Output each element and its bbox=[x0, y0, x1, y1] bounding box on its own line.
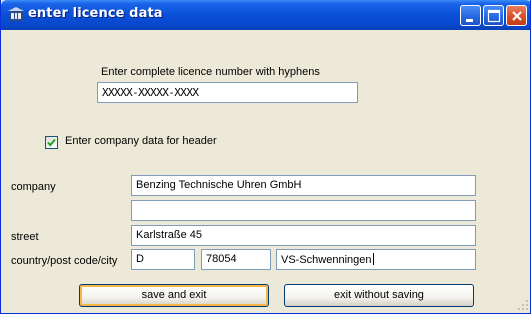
country-value: D bbox=[136, 253, 144, 265]
app-icon bbox=[8, 7, 24, 23]
location-label: country/post code/city bbox=[11, 255, 118, 267]
licence-dialog-window: enter licence data Enter complete licenc… bbox=[0, 0, 531, 314]
city-input[interactable]: VS-Schwenningen bbox=[276, 249, 476, 270]
minimize-button[interactable] bbox=[460, 5, 481, 26]
maximize-button[interactable] bbox=[483, 5, 504, 26]
company-input[interactable]: Benzing Technische Uhren GmbH bbox=[131, 175, 476, 196]
licence-label: Enter complete licence number with hyphe… bbox=[101, 66, 320, 78]
resize-grip-icon[interactable] bbox=[517, 299, 529, 311]
licence-number-input[interactable]: XXXXX-XXXXX-XXXX bbox=[97, 82, 358, 103]
company-header-label: Enter company data for header bbox=[65, 135, 217, 147]
postcode-value: 78054 bbox=[206, 253, 237, 265]
licence-number-value: XXXXX-XXXXX-XXXX bbox=[102, 86, 199, 99]
street-input[interactable]: Karlstraße 45 bbox=[131, 225, 476, 246]
city-value: VS-Schwenningen bbox=[281, 254, 372, 266]
checkmark-icon bbox=[47, 138, 56, 147]
exit-without-saving-button[interactable]: exit without saving bbox=[284, 284, 474, 307]
street-label: street bbox=[11, 231, 39, 243]
company-header-checkbox[interactable] bbox=[45, 136, 58, 149]
close-button[interactable] bbox=[506, 5, 527, 26]
window-title: enter licence data bbox=[28, 6, 163, 21]
minimize-icon bbox=[466, 19, 473, 22]
company-value: Benzing Technische Uhren GmbH bbox=[136, 179, 302, 191]
title-bar[interactable]: enter licence data bbox=[1, 0, 530, 30]
text-caret bbox=[372, 253, 374, 265]
dialog-body: Enter complete licence number with hyphe… bbox=[1, 30, 530, 313]
maximize-icon bbox=[487, 9, 501, 23]
street-value: Karlstraße 45 bbox=[136, 229, 203, 241]
company-label: company bbox=[11, 181, 56, 193]
postcode-input[interactable]: 78054 bbox=[201, 249, 271, 270]
company-second-line-input[interactable] bbox=[131, 200, 476, 221]
close-icon bbox=[512, 11, 522, 21]
save-and-exit-button[interactable]: save and exit bbox=[79, 284, 269, 307]
country-input[interactable]: D bbox=[131, 249, 195, 270]
